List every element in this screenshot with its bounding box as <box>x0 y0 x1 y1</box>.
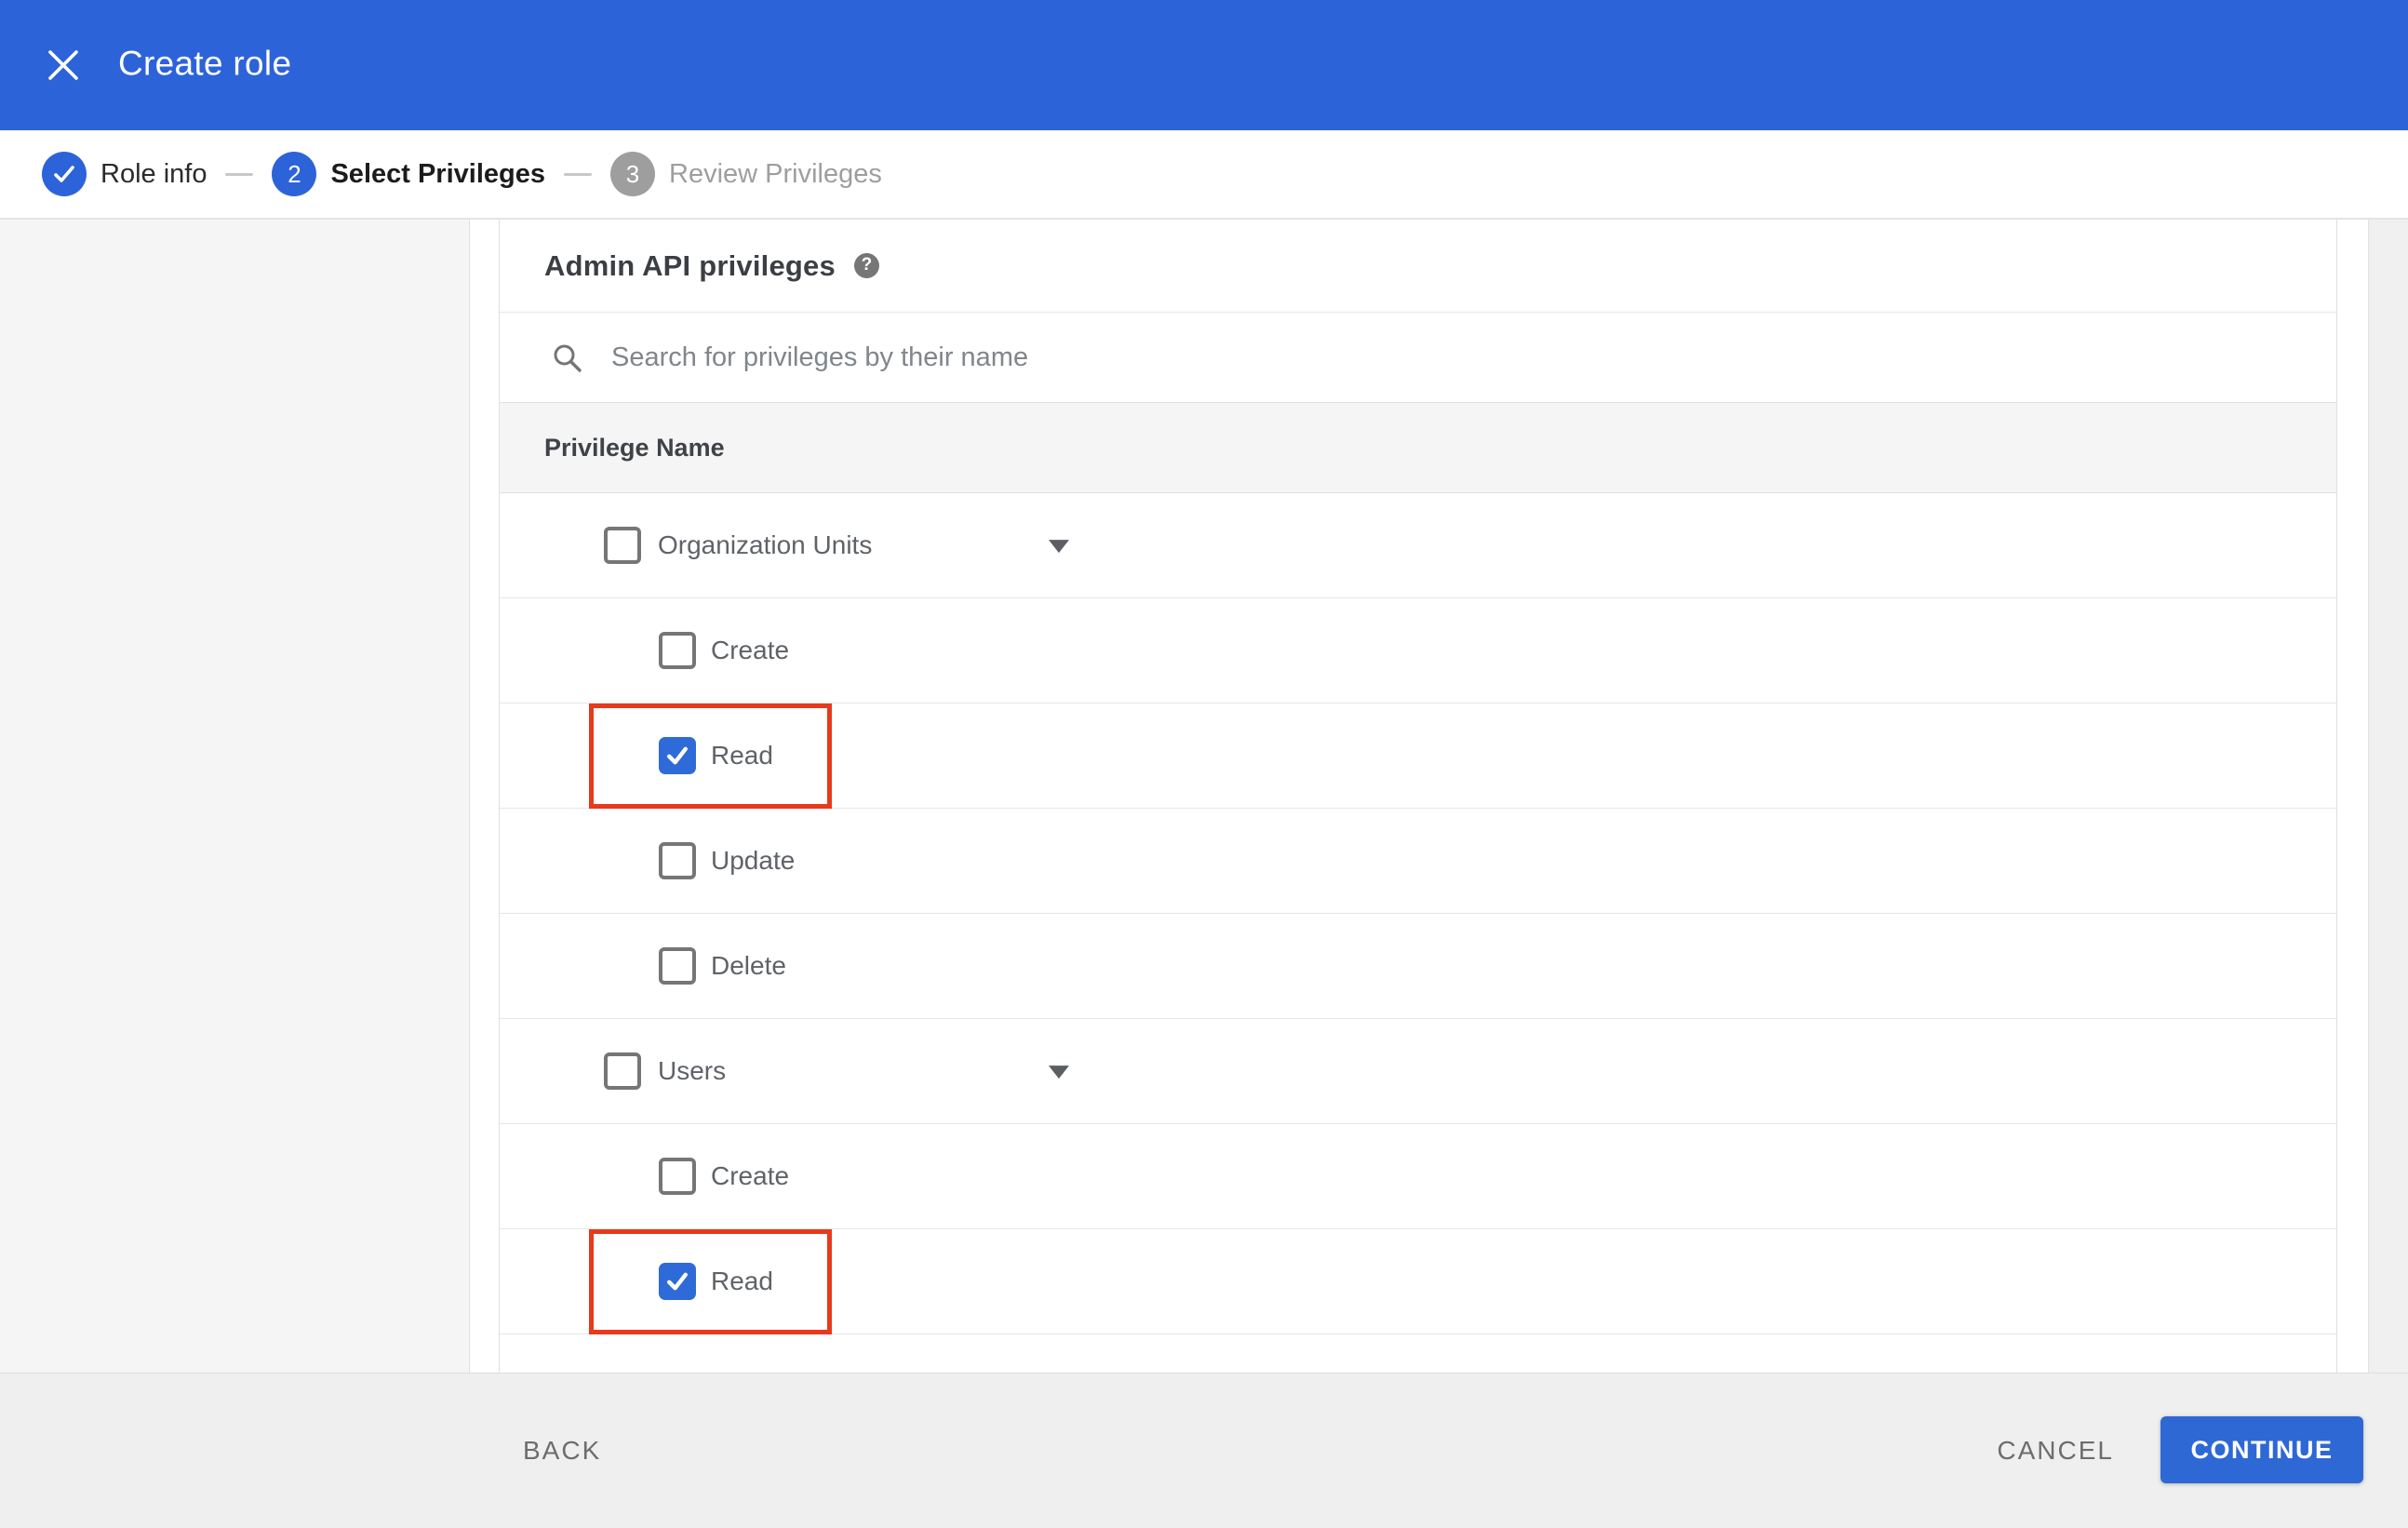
privilege-search-row <box>500 313 2336 402</box>
privilege-row: Create <box>500 1124 2336 1229</box>
help-button[interactable]: ? <box>853 253 879 278</box>
privileges-panel: Admin API privileges ? Privilege Name Or… <box>499 220 2337 1373</box>
privilege-checkbox[interactable] <box>604 527 641 564</box>
privilege-row: Read <box>500 704 2336 809</box>
search-input[interactable] <box>611 342 1914 373</box>
collapse-arrow-icon[interactable] <box>1049 540 1069 554</box>
step-role-info[interactable]: Role info <box>42 152 207 196</box>
privilege-row: Users <box>500 1019 2336 1124</box>
cancel-button[interactable]: CANCEL <box>1997 1436 2114 1466</box>
privilege-label: Update <box>711 846 796 875</box>
privilege-label: Read <box>711 741 773 770</box>
privilege-row: Read <box>500 1229 2336 1334</box>
step-number-circle: 2 <box>272 152 317 196</box>
step-label: Role info <box>100 158 207 189</box>
privilege-rows: Organization Units Create Read Update De… <box>500 493 2336 1334</box>
scrollbar-track[interactable] <box>2368 220 2408 1373</box>
privilege-checkbox[interactable] <box>659 842 696 879</box>
step-select-privileges[interactable]: 2 Select Privileges <box>272 152 545 196</box>
privilege-checkbox[interactable] <box>659 947 696 985</box>
privilege-label: Read <box>711 1267 773 1295</box>
collapse-arrow-icon[interactable] <box>1049 1066 1069 1079</box>
continue-button[interactable]: CONTINUE <box>2161 1416 2363 1483</box>
privilege-checkbox[interactable] <box>659 737 696 774</box>
privilege-label: Users <box>658 1056 727 1085</box>
privilege-row: Organization Units <box>500 493 2336 598</box>
privilege-label: Create <box>711 1161 790 1190</box>
step-number-circle: 3 <box>610 152 655 196</box>
step-connector <box>225 172 254 176</box>
privilege-checkbox[interactable] <box>604 1052 641 1090</box>
privilege-checkbox[interactable] <box>659 1158 696 1195</box>
privilege-name-column-header: Privilege Name <box>544 433 725 462</box>
stepper: Role info 2 Select Privileges 3 Review P… <box>0 130 2408 220</box>
help-icon: ? <box>861 254 873 275</box>
privilege-checkbox[interactable] <box>659 1263 696 1300</box>
back-button[interactable]: BACK <box>523 1436 601 1466</box>
checkmark-icon <box>667 746 688 765</box>
step-complete-circle <box>42 152 87 196</box>
step-connector <box>564 172 592 176</box>
privilege-label: Create <box>711 636 790 664</box>
search-icon <box>554 344 582 372</box>
section-title: Admin API privileges <box>544 248 836 282</box>
close-icon <box>48 50 78 80</box>
dialog-title: Create role <box>118 44 292 83</box>
privilege-checkbox[interactable] <box>659 632 696 669</box>
table-header-row: Privilege Name <box>500 402 2336 493</box>
step-check-icon <box>54 166 74 182</box>
step-label: Review Privileges <box>669 158 882 189</box>
privilege-label: Organization Units <box>658 530 873 559</box>
privilege-label: Delete <box>711 951 786 980</box>
left-gutter <box>0 220 470 1373</box>
privilege-row: Delete <box>500 914 2336 1019</box>
app-bar: Create role <box>0 0 2408 130</box>
checkmark-icon <box>667 1272 688 1291</box>
section-title-row: Admin API privileges ? <box>500 220 2336 313</box>
privilege-row: Create <box>500 598 2336 704</box>
step-label: Select Privileges <box>330 158 545 189</box>
footer-bar: BACK CANCEL CONTINUE <box>0 1373 2408 1528</box>
privilege-row: Update <box>500 809 2336 914</box>
close-button[interactable] <box>39 41 87 89</box>
step-review-privileges[interactable]: 3 Review Privileges <box>610 152 882 196</box>
